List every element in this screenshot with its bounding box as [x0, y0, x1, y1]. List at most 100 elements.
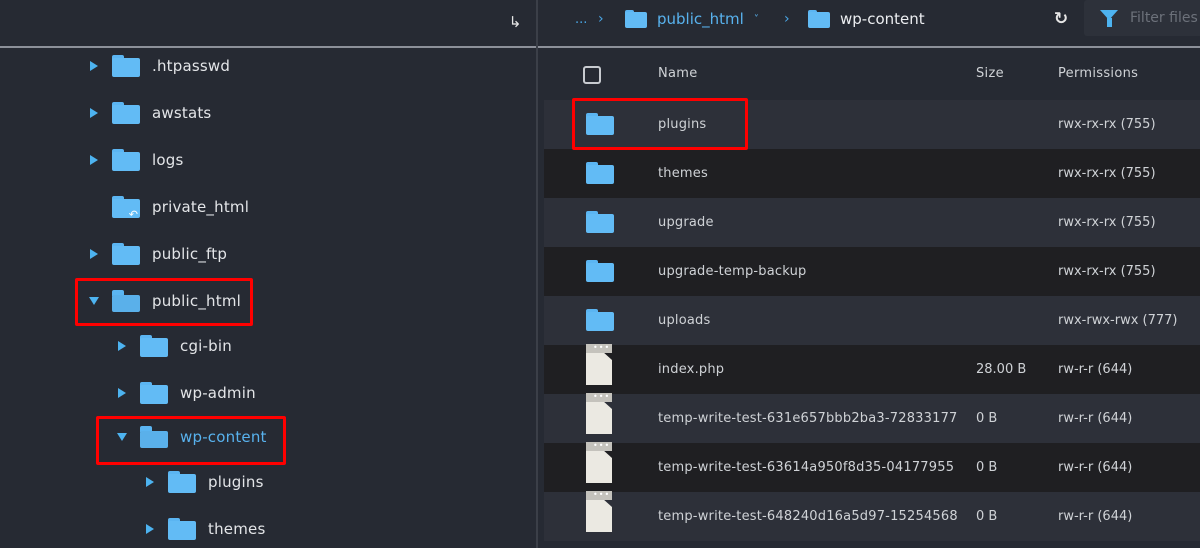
caret-right-icon[interactable]	[144, 476, 156, 488]
tree-item-label: private_html	[152, 198, 250, 216]
file-permissions[interactable]: rwx-rwx-rwx (777)	[1058, 313, 1177, 328]
folder-open-icon	[112, 290, 140, 312]
select-all-checkbox[interactable]	[583, 66, 601, 84]
file-permissions[interactable]: rwx-rx-rx (755)	[1058, 264, 1156, 279]
tree-item-label: wp-content	[180, 428, 267, 446]
folder-icon	[140, 335, 168, 357]
filter-icon	[1100, 8, 1118, 28]
file-name[interactable]: uploads	[658, 313, 710, 328]
table-row[interactable]: ••• temp-write-test-631e657bbb2ba3-72833…	[544, 393, 1200, 443]
caret-right-icon[interactable]	[88, 60, 100, 72]
tree-item-wp-admin[interactable]: wp-admin	[116, 378, 256, 408]
tree-item-label: wp-admin	[180, 384, 256, 402]
tree-item-label: logs	[152, 151, 184, 169]
tree-item-private-html[interactable]: ↶ private_html	[88, 192, 249, 222]
table-row[interactable]: ••• index.php 28.00 B rw-r-r (644)	[544, 344, 1200, 394]
tree-item-cgi-bin[interactable]: cgi-bin	[116, 331, 232, 361]
tree-item-label: .htpasswd	[152, 57, 231, 75]
tree-item-label: public_ftp	[152, 245, 228, 263]
table-header: Name Size Permissions	[538, 50, 1200, 100]
file-permissions[interactable]: rwx-rx-rx (755)	[1058, 117, 1156, 132]
caret-right-icon[interactable]	[88, 154, 100, 166]
file-name[interactable]: themes	[658, 166, 708, 181]
tree-item-wp-content[interactable]: wp-content	[116, 422, 267, 452]
table-row[interactable]: ••• temp-write-test-648240d16a5d97-15254…	[544, 491, 1200, 541]
caret-right-icon[interactable]	[144, 523, 156, 535]
chevron-down-icon[interactable]: ˅	[754, 14, 759, 25]
file-size: 0 B	[976, 411, 998, 426]
filter-box[interactable]	[1084, 0, 1200, 36]
table-row[interactable]: plugins rwx-rx-rx (755)	[544, 100, 1200, 149]
file-size: 0 B	[976, 509, 998, 524]
table-row[interactable]: ••• temp-write-test-63614a950f8d35-04177…	[544, 442, 1200, 492]
file-name[interactable]: index.php	[658, 362, 724, 377]
table-row[interactable]: upgrade rwx-rx-rx (755)	[544, 198, 1200, 247]
caret-down-icon[interactable]	[88, 295, 100, 307]
collapse-tree-button[interactable]: ↳	[505, 12, 525, 32]
folder-icon	[168, 471, 196, 493]
tree-item-label: plugins	[208, 473, 264, 491]
column-header-permissions[interactable]: Permissions	[1058, 66, 1138, 81]
file-name[interactable]: temp-write-test-63614a950f8d35-04177955	[658, 460, 954, 475]
file-permissions[interactable]: rw-r-r (644)	[1058, 460, 1132, 475]
file-permissions[interactable]: rwx-rx-rx (755)	[1058, 215, 1156, 230]
folder-icon	[625, 10, 647, 28]
breadcrumb-wp-content: wp-content	[808, 8, 925, 30]
chevron-right-icon: ›	[598, 11, 604, 27]
folder-icon	[808, 10, 830, 28]
file-name[interactable]: temp-write-test-631e657bbb2ba3-72833177	[658, 411, 958, 426]
caret-right-icon[interactable]	[88, 107, 100, 119]
folder-icon	[112, 149, 140, 171]
folder-icon	[168, 518, 196, 540]
file-name[interactable]: upgrade	[658, 215, 714, 230]
main-header: ... › public_html ˅ › wp-content ↻	[538, 0, 1200, 48]
table-row[interactable]: upgrade-temp-backup rwx-rx-rx (755)	[544, 247, 1200, 296]
caret-right-icon[interactable]	[116, 387, 128, 399]
tree-item-logs[interactable]: logs	[88, 145, 183, 175]
file-list: plugins rwx-rx-rx (755) themes rwx-rx-rx…	[544, 100, 1200, 541]
folder-icon	[112, 55, 140, 77]
breadcrumb-label: wp-content	[840, 10, 925, 28]
table-row[interactable]: uploads rwx-rwx-rwx (777)	[544, 296, 1200, 345]
folder-tree-panel: ↳ .htpasswd awstats logs ↶ private_html …	[0, 0, 536, 548]
tree-item-themes[interactable]: themes	[144, 514, 265, 544]
folder-icon	[140, 382, 168, 404]
folder-icon	[112, 243, 140, 265]
tree-item-label: public_html	[152, 292, 241, 310]
refresh-button[interactable]: ↻	[1051, 8, 1071, 30]
file-name[interactable]: upgrade-temp-backup	[658, 264, 806, 279]
tree-header: ↳	[0, 0, 536, 48]
tree-item-label: themes	[208, 520, 266, 538]
folder-link-icon: ↶	[112, 196, 140, 220]
file-list-panel: ... › public_html ˅ › wp-content ↻ Name …	[538, 0, 1200, 548]
file-permissions[interactable]: rwx-rx-rx (755)	[1058, 166, 1156, 181]
tree-item-public-html[interactable]: public_html	[88, 286, 241, 316]
caret-right-icon[interactable]	[88, 248, 100, 260]
tree-item-label: awstats	[152, 104, 212, 122]
chevron-right-icon: ›	[784, 11, 790, 27]
breadcrumb-separator: ›	[598, 8, 604, 30]
column-header-size[interactable]: Size	[976, 66, 1004, 81]
arrow-return-icon: ↳	[508, 13, 522, 31]
file-permissions[interactable]: rw-r-r (644)	[1058, 509, 1132, 524]
tree-item-awstats[interactable]: awstats	[88, 98, 211, 128]
tree-item-htpasswd[interactable]: .htpasswd	[88, 51, 230, 81]
tree-item-public-ftp[interactable]: public_ftp	[88, 239, 227, 269]
caret-down-icon[interactable]	[116, 431, 128, 443]
column-header-name[interactable]: Name	[658, 66, 698, 81]
breadcrumb-public-html[interactable]: public_html ˅	[625, 8, 759, 30]
refresh-icon: ↻	[1053, 9, 1069, 29]
file-permissions[interactable]: rw-r-r (644)	[1058, 362, 1132, 377]
file-permissions[interactable]: rw-r-r (644)	[1058, 411, 1132, 426]
file-size: 0 B	[976, 460, 998, 475]
tree-item-plugins[interactable]: plugins	[144, 467, 264, 497]
breadcrumb-label[interactable]: public_html	[657, 10, 744, 28]
caret-right-icon[interactable]	[116, 340, 128, 352]
breadcrumb-ellipsis[interactable]: ...	[575, 8, 587, 30]
table-row[interactable]: themes rwx-rx-rx (755)	[544, 149, 1200, 198]
file-name[interactable]: temp-write-test-648240d16a5d97-15254568	[658, 509, 958, 524]
file-name[interactable]: plugins	[658, 117, 706, 132]
tree-item-label: cgi-bin	[180, 337, 232, 355]
folder-open-icon	[140, 426, 168, 448]
filter-files-input[interactable]	[1130, 10, 1200, 26]
